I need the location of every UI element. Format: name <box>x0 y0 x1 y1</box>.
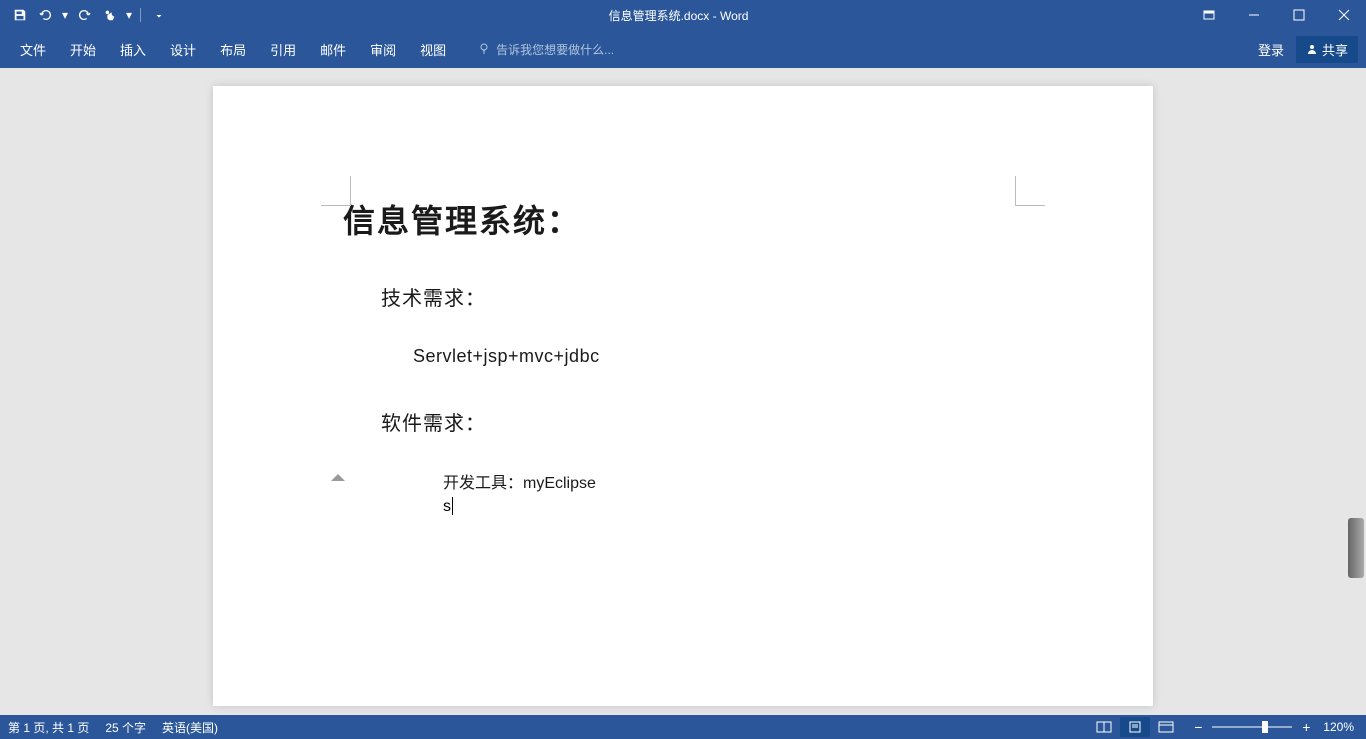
typing-line[interactable]: s <box>443 497 1023 516</box>
title-bar: ▾ ▾ 信息管理系统.docx - Word <box>0 0 1366 30</box>
qa-divider <box>140 8 141 22</box>
section1-body[interactable]: Servlet+jsp+mvc+jdbc <box>413 346 1023 367</box>
section1-heading[interactable]: 技术需求： <box>381 282 1023 311</box>
read-mode-button[interactable] <box>1089 717 1119 737</box>
section2-body[interactable]: 开发工具：myEclipse <box>443 471 1023 497</box>
tab-view[interactable]: 视图 <box>408 32 458 67</box>
tab-review[interactable]: 审阅 <box>358 32 408 67</box>
tab-file[interactable]: 文件 <box>8 32 58 67</box>
page-status[interactable]: 第 1 页, 共 1 页 <box>8 719 89 736</box>
side-panel-handle[interactable] <box>1348 518 1364 578</box>
customize-qa-button[interactable] <box>147 3 171 27</box>
tell-me-search[interactable]: 告诉我您想要做什么... <box>478 41 614 58</box>
app-name: Word <box>720 9 748 23</box>
minimize-button[interactable] <box>1231 0 1276 30</box>
section2-heading[interactable]: 软件需求： <box>381 407 1023 436</box>
document-title[interactable]: 信息管理系统： <box>343 196 1023 242</box>
redo-button[interactable] <box>72 3 96 27</box>
document-name: 信息管理系统.docx <box>609 9 710 23</box>
zoom-out-button[interactable]: − <box>1190 719 1206 735</box>
language-status[interactable]: 英语(美国) <box>162 719 218 736</box>
touch-mode-button[interactable] <box>98 3 122 27</box>
tab-design[interactable]: 设计 <box>158 32 208 67</box>
document-area[interactable]: 信息管理系统： 技术需求： Servlet+jsp+mvc+jdbc 软件需求：… <box>0 68 1366 715</box>
zoom-level[interactable]: 120% <box>1323 720 1354 734</box>
save-button[interactable] <box>8 3 32 27</box>
word-count[interactable]: 25 个字 <box>105 719 146 736</box>
ribbon-display-button[interactable] <box>1186 0 1231 30</box>
maximize-button[interactable] <box>1276 0 1321 30</box>
ribbon-right: 登录 共享 <box>1250 36 1358 63</box>
login-button[interactable]: 登录 <box>1250 36 1292 63</box>
undo-dropdown[interactable]: ▾ <box>60 3 70 27</box>
zoom-in-button[interactable]: + <box>1298 719 1314 735</box>
zoom-thumb[interactable] <box>1262 721 1268 733</box>
close-button[interactable] <box>1321 0 1366 30</box>
typing-text: s <box>443 498 451 515</box>
lightbulb-icon <box>478 42 490 57</box>
print-layout-button[interactable] <box>1120 717 1150 737</box>
tab-layout[interactable]: 布局 <box>208 32 258 67</box>
touch-dropdown[interactable]: ▾ <box>124 3 134 27</box>
zoom-slider: − + <box>1190 719 1314 735</box>
margin-corner-tr <box>1015 176 1045 206</box>
window-controls <box>1186 0 1366 30</box>
status-right: − + 120% <box>1089 717 1358 737</box>
status-bar: 第 1 页, 共 1 页 25 个字 英语(美国) − + 120% <box>0 715 1366 739</box>
undo-button[interactable] <box>34 3 58 27</box>
indent-marker <box>331 474 345 481</box>
ribbon-tabs: 文件 开始 插入 设计 布局 引用 邮件 审阅 视图 告诉我您想要做什么... … <box>0 30 1366 68</box>
text-cursor <box>452 497 453 515</box>
tell-me-placeholder: 告诉我您想要做什么... <box>496 41 614 58</box>
quick-access-toolbar: ▾ ▾ <box>0 3 171 27</box>
window-title: 信息管理系统.docx - Word <box>171 7 1186 24</box>
zoom-track[interactable] <box>1212 726 1292 728</box>
tab-mailings[interactable]: 邮件 <box>308 32 358 67</box>
web-layout-button[interactable] <box>1151 717 1181 737</box>
share-label: 共享 <box>1322 40 1348 59</box>
margin-corner-tl <box>321 176 351 206</box>
tab-home[interactable]: 开始 <box>58 32 108 67</box>
share-button[interactable]: 共享 <box>1296 36 1358 63</box>
tab-insert[interactable]: 插入 <box>108 32 158 67</box>
tab-references[interactable]: 引用 <box>258 32 308 67</box>
document-page[interactable]: 信息管理系统： 技术需求： Servlet+jsp+mvc+jdbc 软件需求：… <box>213 86 1153 706</box>
